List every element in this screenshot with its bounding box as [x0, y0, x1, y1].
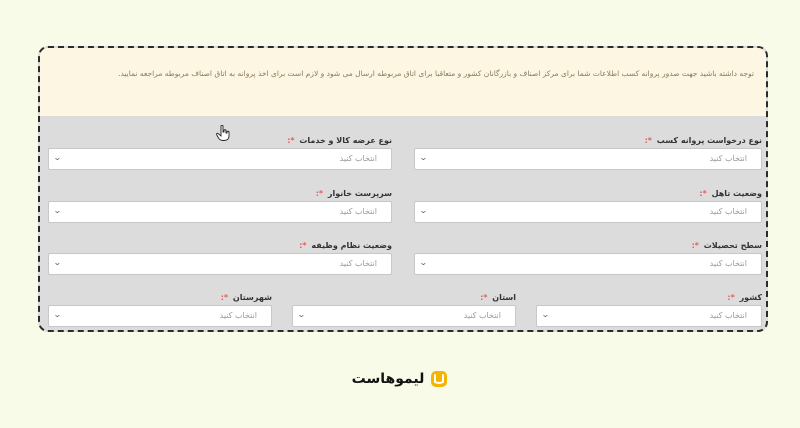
required-mark: *:: [299, 241, 307, 250]
chevron-down-icon: ⌄: [296, 310, 306, 319]
chevron-down-icon: ⌄: [52, 258, 62, 267]
field-label: سطح تحصیلات: [703, 241, 762, 250]
field-label: وضعیت تاهل: [711, 189, 762, 198]
marital-select[interactable]: انتخاب کنید ⌄: [414, 201, 762, 223]
field-label: سرپرست خانوار: [327, 189, 392, 198]
select-placeholder: انتخاب کنید: [339, 207, 377, 216]
field-license-type: نوع درخواست پروانه کسب *: انتخاب کنید ⌄: [414, 134, 762, 170]
chevron-down-icon: ⌄: [52, 310, 62, 319]
field-label: کشور: [739, 293, 762, 302]
select-placeholder: انتخاب کنید: [339, 259, 377, 268]
required-mark: *:: [727, 293, 735, 302]
chevron-down-icon: ⌄: [418, 153, 428, 162]
select-placeholder: انتخاب کنید: [709, 207, 747, 216]
chevron-down-icon: ⌄: [52, 206, 62, 215]
required-mark: *:: [287, 136, 295, 145]
chevron-down-icon: ⌄: [418, 206, 428, 215]
field-military: وضعیت نظام وظیفه *: انتخاب کنید ⌄: [48, 239, 392, 275]
brand-name: لیموهاست: [351, 371, 425, 387]
field-country: کشور *: انتخاب کنید ⌄: [536, 291, 762, 327]
required-mark: *:: [480, 293, 488, 302]
hand-cursor-icon: [216, 125, 230, 141]
supply-type-select[interactable]: انتخاب کنید ⌄: [48, 148, 392, 170]
field-city: شهرستان *: انتخاب کنید ⌄: [48, 291, 272, 327]
select-placeholder: انتخاب کنید: [709, 259, 747, 268]
chevron-down-icon: ⌄: [540, 310, 550, 319]
field-label: نوع درخواست پروانه کسب: [656, 136, 762, 145]
required-mark: *:: [691, 241, 699, 250]
required-mark: *:: [315, 189, 324, 198]
select-placeholder: انتخاب کنید: [219, 311, 257, 320]
household-head-select[interactable]: انتخاب کنید ⌄: [48, 201, 392, 223]
limoo-logo-icon: [431, 371, 448, 387]
field-label: استان: [492, 293, 516, 302]
field-education: سطح تحصیلات *: انتخاب کنید ⌄: [414, 239, 762, 275]
country-select[interactable]: انتخاب کنید ⌄: [536, 305, 762, 327]
field-label: شهرستان: [232, 293, 272, 302]
license-type-select[interactable]: انتخاب کنید ⌄: [414, 148, 762, 170]
select-placeholder: انتخاب کنید: [709, 311, 747, 320]
form-frame: توجه داشته باشید جهت صدور پروانه کسب اطل…: [38, 46, 768, 332]
field-province: استان *: انتخاب کنید ⌄: [292, 291, 516, 327]
field-label: وضعیت نظام وظیفه: [311, 241, 392, 250]
required-mark: *:: [644, 136, 652, 145]
military-select[interactable]: انتخاب کنید ⌄: [48, 253, 392, 275]
brand: لیموهاست: [0, 370, 800, 388]
field-household-head: سرپرست خانوار *: انتخاب کنید ⌄: [48, 187, 392, 223]
education-select[interactable]: انتخاب کنید ⌄: [414, 253, 762, 275]
required-mark: *:: [220, 293, 229, 302]
chevron-down-icon: ⌄: [52, 153, 62, 162]
field-label: نوع عرضه کالا و خدمات: [299, 136, 392, 145]
chevron-down-icon: ⌄: [418, 258, 428, 267]
province-select[interactable]: انتخاب کنید ⌄: [292, 305, 516, 327]
field-marital: وضعیت تاهل *: انتخاب کنید ⌄: [414, 187, 762, 223]
select-placeholder: انتخاب کنید: [709, 154, 747, 163]
select-placeholder: انتخاب کنید: [339, 154, 377, 163]
city-select[interactable]: انتخاب کنید ⌄: [48, 305, 272, 327]
select-placeholder: انتخاب کنید: [463, 311, 501, 320]
notice-banner: توجه داشته باشید جهت صدور پروانه کسب اطل…: [40, 48, 766, 116]
required-mark: *:: [699, 189, 707, 198]
